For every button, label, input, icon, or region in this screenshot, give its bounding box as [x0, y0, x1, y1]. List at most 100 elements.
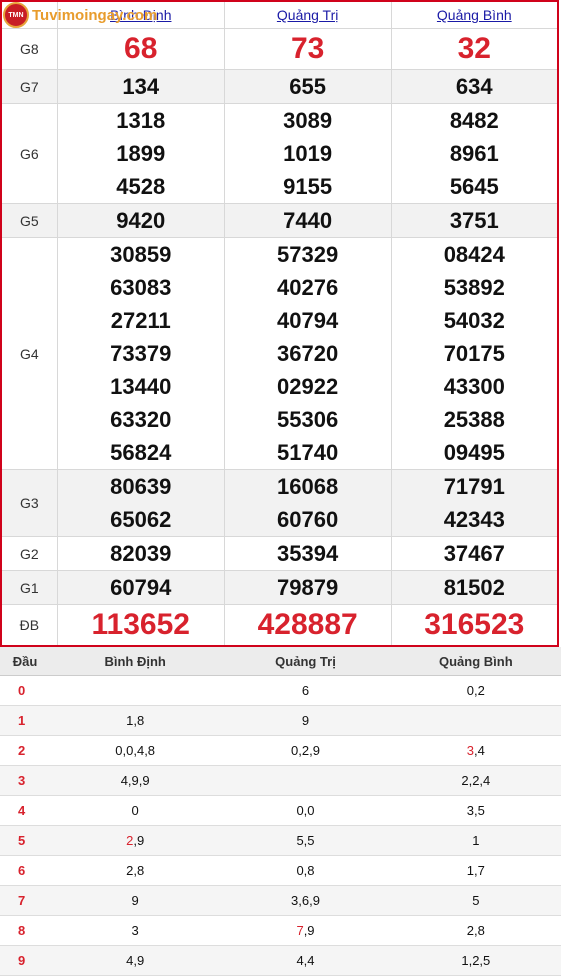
prize-value: 68 [56, 28, 225, 70]
prize-cell: 30859 63083 27211 73379 13440 63320 5682… [56, 237, 225, 470]
loto-head-digit: 2 [0, 735, 50, 766]
prize-value: 13440 [110, 374, 172, 399]
loto-row: 7 9 3,6,9 5 [0, 885, 561, 916]
prize-value: 16068 [277, 474, 339, 499]
prize-row-g7: G7 134 655 634 [0, 69, 559, 104]
loto-head-label: Đầu [0, 647, 50, 676]
prize-label: G8 [0, 28, 58, 70]
loto-cell: 5 [390, 885, 561, 916]
prize-cell: 08424 53892 54032 70175 43300 25388 0949… [390, 237, 559, 470]
loto-column-header: Bình Định [50, 647, 221, 676]
prize-value: 54032 [443, 308, 505, 333]
prize-value: 7440 [223, 203, 392, 238]
loto-cell: 4,9 [50, 945, 221, 976]
prize-value: 8961 [449, 141, 499, 166]
prize-value: 1899 [116, 141, 166, 166]
prize-value: 36720 [277, 341, 339, 366]
prize-row-g5: G5 9420 7440 3751 [0, 203, 559, 238]
logo-emblem: TMN [3, 2, 29, 28]
prize-value: 53892 [443, 275, 505, 300]
loto-row: 6 2,8 0,8 1,7 [0, 855, 561, 886]
prize-value: 3089 [283, 108, 333, 133]
loto-cell: 2,8 [390, 915, 561, 946]
loto-row: 8 3 7,9 2,8 [0, 915, 561, 946]
prize-value: 82039 [56, 536, 225, 571]
prize-cell: 1318 1899 4528 [56, 103, 225, 204]
prize-value: 55306 [277, 407, 339, 432]
loto-cell: 0,0,4,8 [50, 735, 221, 766]
prize-row-g4: G4 30859 63083 27211 73379 13440 63320 5… [0, 237, 559, 470]
prize-cell: 3089 1019 9155 [223, 103, 392, 204]
loto-row: 2 0,0,4,8 0,2,9 3,4 [0, 735, 561, 766]
loto-cell: 4,4 [220, 945, 391, 976]
loto-cell [390, 705, 561, 736]
loto-cell: 2,2,4 [390, 765, 561, 796]
special-prize-value: 316523 [390, 604, 559, 647]
province-link-quang-tri[interactable]: Quảng Trị [277, 7, 338, 23]
prize-value: 56824 [110, 440, 172, 465]
prize-value: 73379 [110, 341, 172, 366]
prize-value: 655 [223, 69, 392, 104]
prize-value: 9420 [56, 203, 225, 238]
loto-cell: 0,2 [390, 675, 561, 706]
loto-row: 3 4,9,9 2,2,4 [0, 765, 561, 796]
loto-row: 9 4,9 4,4 1,2,5 [0, 945, 561, 976]
prize-row-g6: G6 1318 1899 4528 3089 1019 9155 8482 89… [0, 103, 559, 204]
prize-label: G5 [0, 203, 58, 238]
prize-cell: 80639 65062 [56, 469, 225, 537]
loto-head-digit: 7 [0, 885, 50, 916]
prize-value: 134 [56, 69, 225, 104]
prize-value: 27211 [110, 308, 171, 333]
prize-value: 37467 [390, 536, 559, 571]
prize-value: 57329 [277, 242, 339, 267]
prize-value: 65062 [110, 507, 172, 532]
prize-value: 8482 [449, 108, 499, 133]
loto-head-digit: 8 [0, 915, 50, 946]
loto-cell [50, 675, 221, 706]
site-logo[interactable]: TMN Tuvimoingay.com [3, 2, 157, 28]
province-link-quang-binh[interactable]: Quảng Bình [437, 7, 512, 23]
prize-value: 1019 [283, 141, 333, 166]
loto-head-digit: 6 [0, 855, 50, 886]
prize-value: 02922 [277, 374, 339, 399]
loto-cell [220, 765, 391, 796]
prize-value: 30859 [110, 242, 172, 267]
loto-cell: 0,8 [220, 855, 391, 886]
prize-row-g8: G8 68 73 32 [0, 28, 559, 70]
loto-head-digit: 1 [0, 705, 50, 736]
prize-value: 80639 [110, 474, 172, 499]
prize-value: 43300 [443, 374, 505, 399]
loto-row: 4 0 0,0 3,5 [0, 795, 561, 826]
prize-value: 3751 [390, 203, 559, 238]
loto-row: 1 1,8 9 [0, 705, 561, 736]
prize-label: ĐB [0, 604, 58, 647]
prize-label: G2 [0, 536, 58, 571]
results-table: Bình Định Quảng Trị Quảng Bình G8 68 73 … [0, 0, 559, 647]
loto-column-header: Quảng Trị [220, 647, 391, 676]
loto-cell: 1,7 [390, 855, 561, 886]
prize-value: 81502 [390, 570, 559, 605]
prize-value: 71791 [443, 474, 505, 499]
loto-row: 0 6 0,2 [0, 675, 561, 706]
loto-head-digit: 5 [0, 825, 50, 856]
prize-value: 63083 [110, 275, 172, 300]
logo-text: Tuvimoingay.com [32, 6, 158, 24]
loto-cell: 6 [220, 675, 391, 706]
prize-value: 35394 [223, 536, 392, 571]
special-prize-value: 113652 [56, 604, 225, 647]
prize-cell: 71791 42343 [390, 469, 559, 537]
loto-cell: 9 [50, 885, 221, 916]
prize-value: 79879 [223, 570, 392, 605]
prize-cell: 16068 60760 [223, 469, 392, 537]
prize-label: G6 [0, 103, 58, 204]
loto-head-digit: 4 [0, 795, 50, 826]
loto-header-row: Đầu Bình Định Quảng Trị Quảng Bình [0, 647, 561, 676]
prize-value: 40276 [277, 275, 339, 300]
prize-row-g1: G1 60794 79879 81502 [0, 570, 559, 605]
loto-cell: 1 [390, 825, 561, 856]
loto-row: 5 2,9 5,5 1 [0, 825, 561, 856]
loto-cell: 3,4 [390, 735, 561, 766]
prize-cell: 57329 40276 40794 36720 02922 55306 5174… [223, 237, 392, 470]
prize-value: 60794 [56, 570, 225, 605]
prize-value: 32 [390, 28, 559, 70]
